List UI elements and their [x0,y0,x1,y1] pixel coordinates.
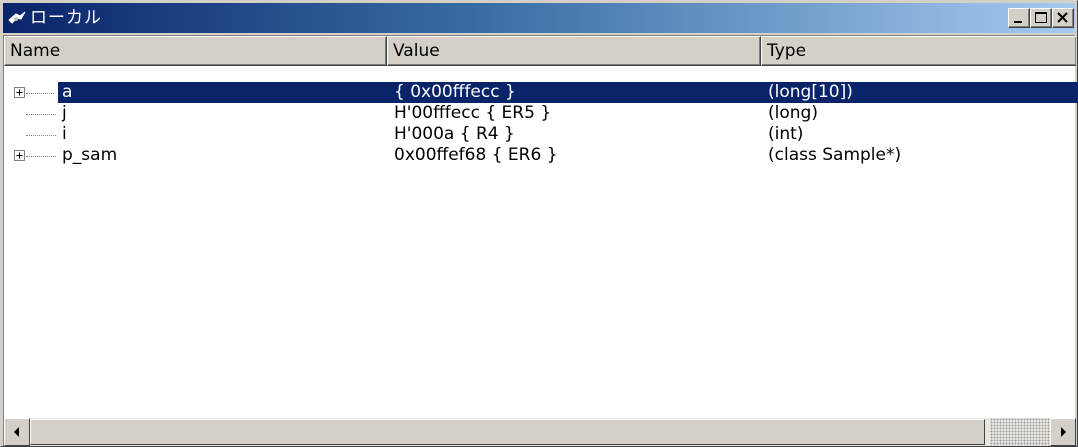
table-row[interactable]: j H'00fffecc { ER5 } (long) [4,103,1076,124]
arrow-right-icon [1061,427,1066,437]
close-button[interactable] [1052,8,1074,28]
selection-highlight [58,82,1078,103]
cell-name: p_sam [62,145,118,165]
cell-value: 0x00ffef68 { ER6 } [394,145,558,165]
watch-variable-icon [8,11,26,24]
cell-type: (long) [768,103,818,123]
scroll-track-remainder[interactable] [990,418,1050,446]
tree-line [26,156,56,158]
table-row[interactable]: i H'000a { R4 } (int) [4,124,1076,145]
scroll-left-button[interactable] [4,418,30,446]
table-row[interactable]: p_sam 0x00ffef68 { ER6 } (class Sample*) [4,145,1076,166]
minimize-button[interactable] [1008,8,1030,28]
scroll-right-button[interactable] [1050,418,1076,446]
cell-type: (class Sample*) [768,145,902,165]
column-header: Name Value Type [4,36,1076,66]
maximize-button[interactable] [1030,8,1052,28]
expand-plus-icon[interactable] [14,150,25,161]
cell-value: H'000a { R4 } [394,124,515,144]
locals-grid: Name Value Type a { 0x00fffecc } (long[1… [3,35,1078,446]
locals-window: ローカル Name Value Type a {0x00fffecc} (l… [0,0,1078,447]
arrow-left-icon [14,427,19,437]
minimize-icon [1014,21,1022,23]
scroll-thumb[interactable] [30,419,985,445]
cell-type: (long[10]) [768,82,853,102]
column-header-value[interactable]: Value [387,36,761,66]
tree-line [26,135,56,137]
column-header-type[interactable]: Type [761,36,1076,66]
title-bar[interactable]: ローカル [3,3,1075,33]
cell-type: (int) [768,124,804,144]
maximize-icon [1035,12,1047,23]
cell-name: i [62,124,67,144]
tree-line [26,114,56,116]
column-header-name[interactable]: Name [4,36,387,66]
tree-line [26,93,54,95]
close-icon [1057,12,1068,23]
cell-value: { 0x00fffecc } [394,82,516,102]
cell-value: H'00fffecc { ER5 } [394,103,552,123]
expand-plus-icon[interactable] [14,87,25,98]
cell-name: j [62,103,67,123]
cell-name: a [62,82,73,102]
horizontal-scrollbar[interactable] [4,418,1076,446]
table-row[interactable]: a { 0x00fffecc } (long[10]) [4,82,1078,103]
window-title: ローカル [30,8,102,28]
